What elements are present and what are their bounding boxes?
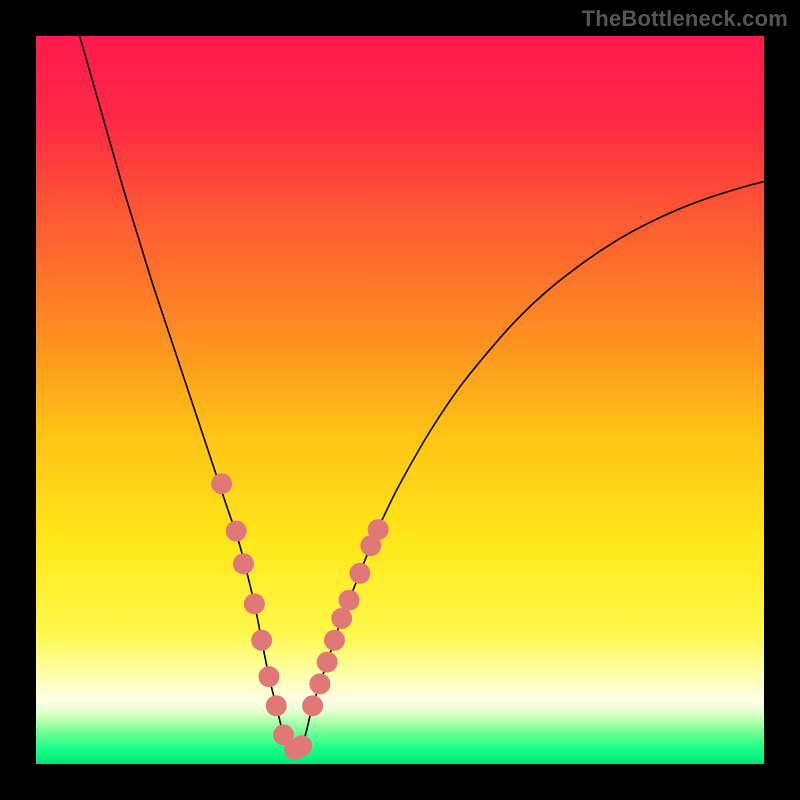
- data-point: [251, 630, 272, 651]
- data-point: [266, 695, 287, 716]
- data-point: [226, 521, 247, 542]
- data-point: [339, 590, 360, 611]
- data-point: [309, 673, 330, 694]
- data-point: [244, 593, 265, 614]
- highlighted-points: [36, 36, 764, 764]
- data-point: [258, 666, 279, 687]
- chart-container: TheBottleneck.com: [0, 0, 800, 800]
- data-point: [324, 630, 345, 651]
- watermark-text: TheBottleneck.com: [582, 6, 788, 32]
- data-point: [317, 652, 338, 673]
- data-point: [331, 608, 352, 629]
- data-point: [368, 519, 389, 540]
- plot-area: [36, 36, 764, 764]
- data-point: [349, 563, 370, 584]
- data-point: [291, 735, 312, 756]
- data-point: [211, 473, 232, 494]
- data-point: [233, 553, 254, 574]
- data-point: [302, 695, 323, 716]
